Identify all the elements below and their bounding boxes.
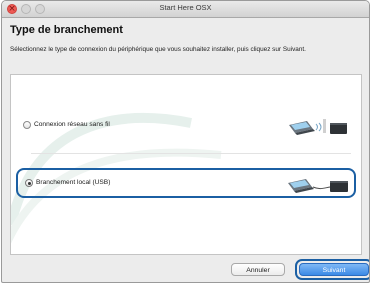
usb-connection-icon bbox=[288, 179, 348, 193]
radio-wireless[interactable] bbox=[23, 121, 31, 129]
connection-options-panel: Connexion réseau sans fil Branchement lo… bbox=[10, 74, 362, 255]
instruction-text: Sélectionnez le type de connexion du pér… bbox=[10, 46, 306, 53]
wireless-network-icon bbox=[289, 119, 347, 135]
installer-window: × Start Here OSX Type de branchement Sél… bbox=[1, 0, 370, 283]
options-divider bbox=[31, 153, 351, 154]
option-usb-label: Branchement local (USB) bbox=[36, 179, 111, 186]
window-title: Start Here OSX bbox=[159, 3, 212, 12]
option-wireless-network[interactable]: Connexion réseau sans fil bbox=[21, 113, 351, 139]
radio-selected-dot bbox=[28, 182, 31, 185]
cancel-button[interactable]: Annuler bbox=[231, 263, 285, 276]
title-bar[interactable]: × Start Here OSX bbox=[2, 1, 369, 18]
next-button[interactable]: Suivant bbox=[299, 263, 369, 276]
radio-usb[interactable] bbox=[25, 179, 33, 187]
page-title: Type de branchement bbox=[10, 24, 123, 36]
background-swirl-graphic bbox=[11, 113, 222, 244]
option-wireless-label: Connexion réseau sans fil bbox=[34, 121, 110, 128]
option-usb-local[interactable]: Branchement local (USB) bbox=[16, 168, 356, 198]
